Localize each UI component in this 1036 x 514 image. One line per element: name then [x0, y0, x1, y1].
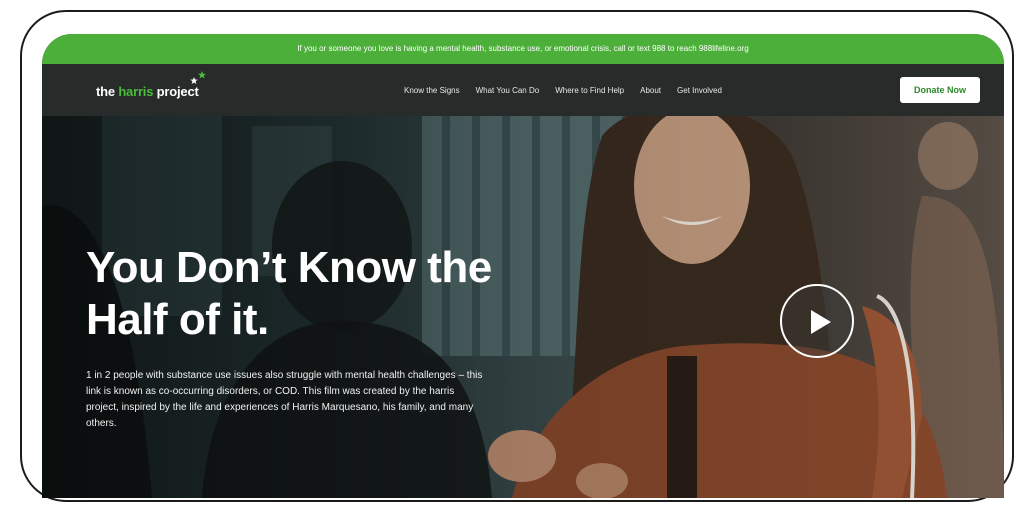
main-nav: Know the Signs What You Can Do Where to … — [404, 64, 722, 116]
logo-text-highlight: harris — [118, 84, 154, 99]
nav-what-you-can-do[interactable]: What You Can Do — [476, 86, 540, 95]
play-video-button[interactable] — [780, 284, 854, 358]
hero-description: 1 in 2 people with substance use issues … — [86, 370, 483, 429]
hero-section: You Don’t Know the Half of it. 1 in 2 pe… — [42, 116, 1004, 498]
play-icon — [811, 310, 831, 334]
crisis-banner: If you or someone you love is having a m… — [42, 34, 1004, 64]
site-header: the harris project Know the Signs What Y… — [42, 64, 1004, 116]
nav-know-the-signs[interactable]: Know the Signs — [404, 86, 460, 95]
crisis-banner-text: If you or someone you love is having a m… — [297, 44, 749, 53]
logo-text-suffix: project — [153, 84, 199, 99]
logo-text-prefix: the — [96, 84, 119, 99]
star-logo-icon — [190, 71, 206, 84]
hero-title-line-2: Half of it. — [86, 295, 269, 344]
website-screen: If you or someone you love is having a m… — [42, 34, 1004, 498]
site-logo[interactable]: the harris project — [96, 84, 199, 99]
nav-about[interactable]: About — [640, 86, 661, 95]
hero-title: You Don’t Know the Half of it. — [86, 242, 556, 346]
hero-title-line-1: You Don’t Know the — [86, 243, 492, 292]
donate-button[interactable]: Donate Now — [900, 77, 980, 103]
nav-where-to-find-help[interactable]: Where to Find Help — [555, 86, 624, 95]
nav-get-involved[interactable]: Get Involved — [677, 86, 722, 95]
